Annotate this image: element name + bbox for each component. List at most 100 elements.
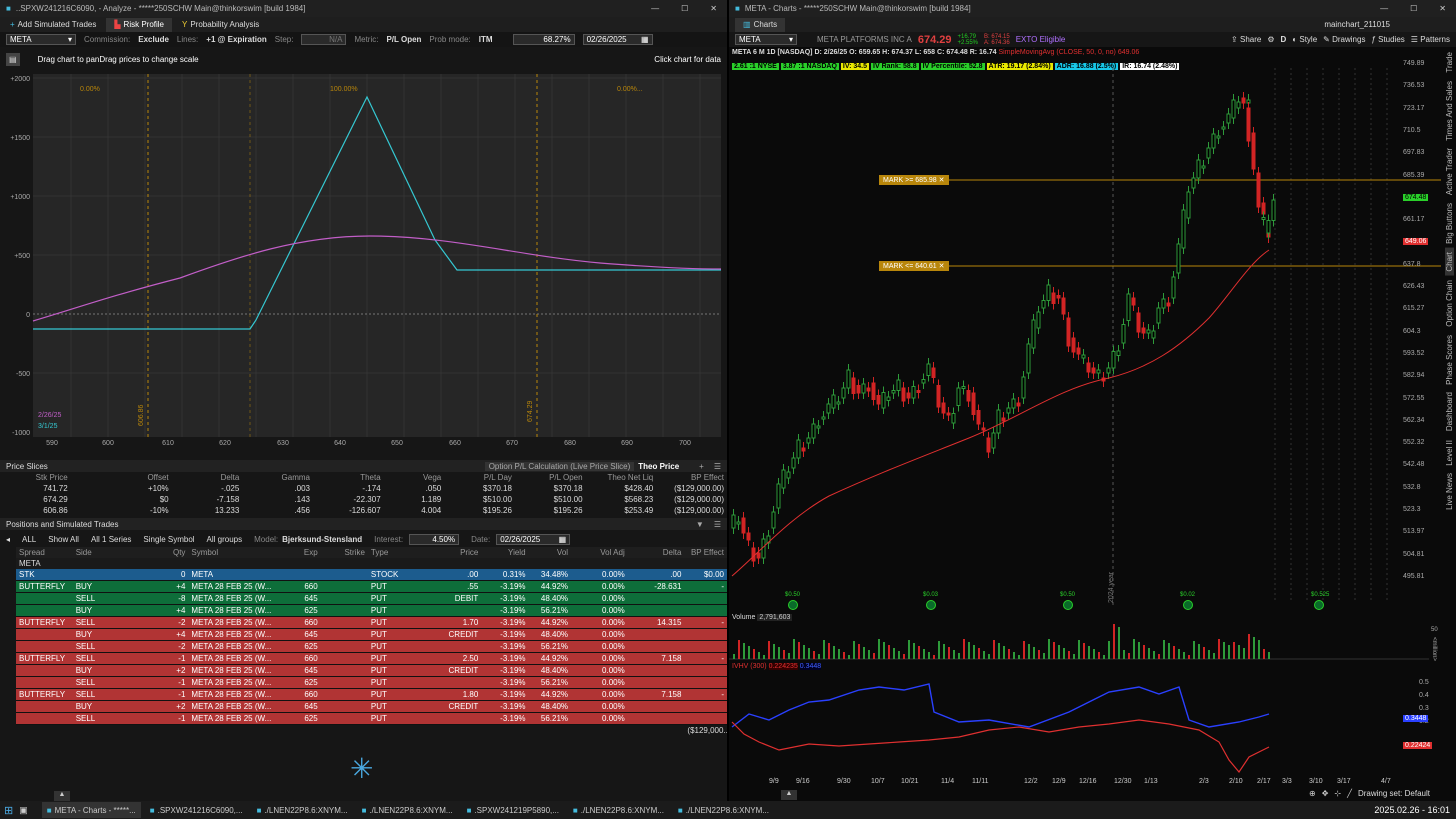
calc-mode-select[interactable]: Theo Price	[638, 462, 679, 471]
interest-input[interactable]: 4.50%	[409, 533, 460, 545]
lines-select[interactable]: +1 @ Expiration	[206, 35, 266, 44]
risk-profile-chart[interactable]: 606.86 674.29 0.00% 100.00% 0.00%... +20…	[0, 70, 727, 460]
menu-icon[interactable]: ☰	[714, 462, 721, 471]
taskbar-item[interactable]: ■ META - Charts - *****...	[41, 802, 141, 818]
pencil-icon[interactable]: ╱	[1347, 789, 1352, 798]
drawing-icon[interactable]: ▤	[6, 52, 20, 66]
price-chart[interactable]: 2024 year $0.50 $0.03 $0.50 $0.02 $0.525	[729, 48, 1441, 618]
taskbar-item[interactable]: ■ ./LNEN22P8.6:XNYM...	[673, 802, 774, 818]
layout-name[interactable]: mainchart_211015	[1324, 20, 1390, 29]
step-input[interactable]: N/A	[301, 34, 347, 45]
positions-date-input[interactable]: 02/26/2025 ▦	[496, 533, 571, 545]
position-row[interactable]: BUTTERFLY BUY +4 META 28 FEB 25 (W... 660 PUT…	[16, 580, 727, 593]
filter-series[interactable]: All 1 Series	[91, 535, 131, 544]
collapse-icon[interactable]: ▼	[696, 520, 704, 529]
position-row[interactable]: BUY +4 META 28 FEB 25 (W... 625 PUT -3.19% 56.…	[16, 604, 727, 617]
drawings-button[interactable]: ✎ Drawings	[1323, 35, 1365, 44]
position-row[interactable]: BUY +2 META 28 FEB 25 (W... 645 PUT CREDIT -3.…	[16, 664, 727, 677]
position-row[interactable]: BUTTERFLY SELL -1 META 28 FEB 25 (W... 660 PU…	[16, 688, 727, 701]
side-tab[interactable]: Dashboard	[1445, 388, 1454, 435]
menu-icon[interactable]: ☰	[714, 520, 721, 529]
tab-probability-analysis[interactable]: Y Probability Analysis	[174, 18, 267, 32]
dividend-icon[interactable]	[1314, 600, 1324, 610]
filter-show-all[interactable]: Show All	[48, 535, 79, 544]
add-slice-icon[interactable]: +	[699, 462, 704, 471]
expand-icon[interactable]: ◂	[6, 535, 10, 544]
position-row[interactable]: BUY +2 META 28 FEB 25 (W... 645 PUT CREDIT -3.…	[16, 700, 727, 713]
taskbar-item[interactable]: ■ ./LNEN22P8.6:XNYM...	[568, 802, 669, 818]
taskbar-item[interactable]: ■ .SPXW241219P5890,...	[462, 802, 564, 818]
dividend-icon[interactable]	[926, 600, 936, 610]
chart-hint: Drag chart to panDrag prices to change s…	[37, 54, 199, 64]
metric-select[interactable]: P/L Open	[386, 35, 421, 44]
side-tab[interactable]: Active Trader	[1445, 144, 1454, 199]
side-tab[interactable]: Times And Sales	[1445, 77, 1454, 145]
side-tab[interactable]: Option Chain	[1445, 276, 1454, 331]
crosshair-icon[interactable]: ⊹	[1334, 789, 1341, 798]
slice-row[interactable]: 741.72 +10% -.025.003 -.174.050 $370.18 $370.…	[0, 483, 727, 494]
mark-low-tag[interactable]: MARK <= 640.61 ✕	[879, 261, 949, 271]
position-row[interactable]: STK 0 META STOCK .00 0.31% 34.48% 0.00% .00 $0.00	[16, 569, 727, 581]
model-select[interactable]: Bjerksund-Stensland	[282, 535, 362, 544]
task-view-icon[interactable]: ▣	[19, 805, 28, 816]
position-row[interactable]: SELL -1 META 28 FEB 25 (W... 625 PUT -3.19% 56…	[16, 676, 727, 689]
probability-input[interactable]: 68.27%	[512, 34, 575, 45]
taskbar: ⊞ ▣ ■ META - Charts - *****... ■ .SPXW24121…	[0, 801, 1456, 819]
price-tick: 736.53	[1403, 82, 1425, 90]
dividend-icon[interactable]	[1183, 600, 1193, 610]
taskbar-item[interactable]: ■ ./LNEN22P8.6:XNYM...	[252, 802, 353, 818]
side-tab[interactable]: Trade	[1445, 48, 1454, 77]
dividend-icon[interactable]	[788, 600, 798, 610]
tab-add-simulated-trades[interactable]: + Add Simulated Trades	[2, 18, 104, 32]
dividend-label: $0.50	[1060, 592, 1076, 598]
studies-button[interactable]: ƒ Studies	[1371, 35, 1404, 44]
symbol-input[interactable]: META ▾	[6, 34, 76, 45]
scroll-up-icon[interactable]: ▲	[54, 791, 70, 801]
close-icon[interactable]: ✕	[1439, 4, 1446, 13]
drawing-set[interactable]: Drawing set: Default	[1358, 789, 1430, 798]
position-row[interactable]: SELL -2 META 28 FEB 25 (W... 625 PUT -3.19% 56…	[16, 640, 727, 653]
side-tab[interactable]: Big Buttons	[1445, 199, 1454, 248]
minimize-icon[interactable]: —	[651, 4, 659, 13]
side-tab[interactable]: Live News	[1445, 469, 1454, 514]
maximize-icon[interactable]: ☐	[1410, 4, 1417, 13]
maximize-icon[interactable]: ☐	[681, 4, 688, 13]
position-row[interactable]: BUTTERFLY SELL -2 META 28 FEB 25 (W... 660 PU…	[16, 616, 727, 629]
tab-charts[interactable]: ▥ Charts	[735, 17, 786, 32]
scroll-up-icon[interactable]: ▲	[781, 790, 797, 800]
aggregation-select[interactable]: D	[1281, 35, 1287, 44]
chart-symbol-input[interactable]: META ▾	[735, 34, 797, 45]
position-row[interactable]: SELL -1 META 28 FEB 25 (W... 625 PUT -3.19% 56…	[16, 712, 727, 725]
zoom-icon[interactable]: ⊕	[1309, 789, 1316, 798]
taskbar-item[interactable]: ■ ./LNEN22P8.6:XNYM...	[357, 802, 458, 818]
windows-start-icon[interactable]: ⊞	[4, 804, 13, 817]
position-row[interactable]: SELL -8 META 28 FEB 25 (W... 645 PUT DEBIT -3.…	[16, 592, 727, 605]
filter-symbol[interactable]: Single Symbol	[143, 535, 194, 544]
minimize-icon[interactable]: —	[1380, 4, 1388, 13]
slice-row[interactable]: 606.86 -10% 13.233.456 -126.607 4.004 $195.26…	[0, 505, 727, 516]
prob-mode-select[interactable]: ITM	[479, 35, 493, 44]
dividend-icon[interactable]	[1063, 600, 1073, 610]
side-tab[interactable]: Level II	[1445, 436, 1454, 470]
gear-icon[interactable]: ⚙	[1267, 35, 1274, 44]
position-row[interactable]: BUY +4 META 28 FEB 25 (W... 645 PUT CREDIT -3.…	[16, 628, 727, 641]
mark-high-tag[interactable]: MARK >= 685.98 ✕	[879, 175, 949, 185]
clock[interactable]: 2025.02.26 - 16:01	[1374, 805, 1456, 815]
filter-groups[interactable]: All groups	[207, 535, 243, 544]
style-button[interactable]: ◐ Style	[1292, 35, 1317, 44]
slice-row[interactable]: 674.29 $0 -7.158.143 -22.307 1.189 $510.00 $51…	[0, 494, 727, 505]
share-button[interactable]: ⇪ Share	[1231, 35, 1261, 44]
price-axis[interactable]: 749.89 736.53 723.17 710.5 697.83 685.39 674.4…	[1401, 60, 1441, 600]
tab-risk-profile[interactable]: ▙ Risk Profile	[106, 17, 172, 32]
close-icon[interactable]: ✕	[710, 4, 717, 13]
date-input[interactable]: 02/26/2025 ▦	[582, 34, 653, 45]
patterns-button[interactable]: ☰ Patterns	[1411, 35, 1450, 44]
pan-icon[interactable]: ✥	[1322, 789, 1329, 798]
side-tab[interactable]: Chart	[1444, 248, 1454, 276]
position-row[interactable]: BUTTERFLY SELL -1 META 28 FEB 25 (W... 660 PU…	[16, 652, 727, 665]
legend-expiry: 3/1/25	[38, 423, 58, 430]
taskbar-item[interactable]: ■ .SPXW241216C6090,...	[145, 802, 248, 818]
side-tab[interactable]: Phase Scores	[1445, 331, 1454, 389]
filter-all[interactable]: ALL	[22, 535, 36, 544]
commission-select[interactable]: Exclude	[138, 35, 169, 44]
